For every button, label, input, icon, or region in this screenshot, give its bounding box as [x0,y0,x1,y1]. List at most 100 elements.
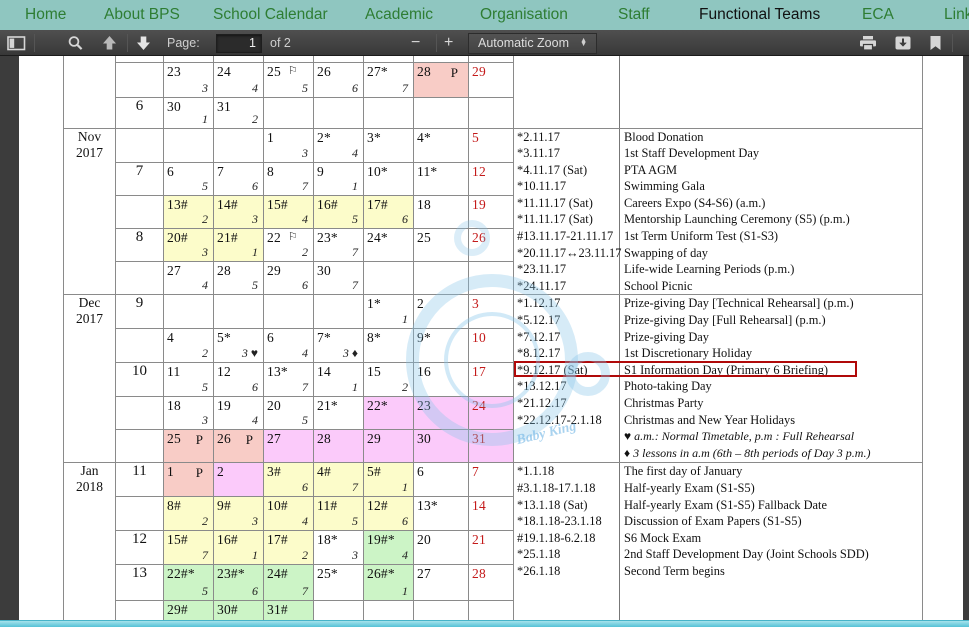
calendar-day-cell: 14 [468,496,514,532]
event-date: *5.12.17 [517,313,561,328]
events-cell: *2.11.17 Blood Donation *3.11.17 1st Staff … [513,127,923,296]
event-date: *10.11.17 [517,179,567,194]
nav-item-eca[interactable]: ECA [862,0,894,30]
calendar-day-cell [163,294,214,330]
calendar-day-cell: 17 [468,362,514,398]
event-date: *24.11.17 [517,278,567,293]
calendar-day-cell: 2 [213,462,264,498]
search-icon[interactable] [67,30,84,56]
calendar-day-cell: 5 [468,127,514,163]
event-row: *1.1.18 The first day of January [514,463,922,480]
page-count: of 2 [270,36,291,50]
calendar-day-cell: 14# 3 [213,194,264,230]
event-description: Swapping of day [624,245,708,260]
previous-page-icon[interactable] [101,30,118,56]
nav-item-home[interactable]: Home [25,0,66,30]
calendar-day-cell: 27 [413,564,469,602]
event-date: *20.11.17↔23.11.17 [517,245,622,260]
horizontal-scrollbar[interactable] [0,620,969,627]
calendar-day-cell: 22* [363,396,414,431]
calendar-day-cell: 30 7 [313,261,364,296]
pdf-page: 23 3 24 4 25 ⚐ 5 26 6 27* 7 28 P 29 6 30 1 31 2 Nov 2017 1 3 2*… [19,56,963,620]
pdf-viewer[interactable]: 23 3 24 4 25 ⚐ 5 26 6 27* 7 28 P 29 6 30 1 31 2 Nov 2017 1 3 2*… [0,56,969,620]
print-icon[interactable] [858,30,878,56]
calendar-day-cell [468,600,514,620]
event-row: *13.12.17 Photo-taking Day [514,378,922,395]
zoom-out-icon[interactable]: − [411,30,420,56]
calendar-day-cell: 19#* 4 [363,530,414,566]
calendar-day-cell: 1P [163,462,214,498]
calendar-day-cell: 21* [313,396,364,431]
calendar-day-cell: 28 5 [213,261,264,296]
event-row: *26.1.18 Second Term begins [514,563,922,580]
calendar-day-cell: 2 [413,294,469,330]
nav-item-about-bps[interactable]: About BPS [104,0,180,30]
site-navbar: Home About BPS School Calendar Academic Orga… [0,0,969,30]
events-cell: *1.1.18 The first day of January #3.1.18-1… [513,462,923,620]
calendar-day-cell: 23#* 6 [213,564,264,602]
event-description: The first day of January [624,464,743,479]
event-date: *9.12.17 (Sat) [517,362,588,377]
calendar-day-cell: 19 [468,194,514,230]
calendar-day-cell: 26 6 [313,61,364,98]
page-input[interactable] [216,33,262,53]
sidebar-toggle-icon[interactable] [7,30,26,56]
download-icon[interactable] [894,30,912,56]
bookmark-icon[interactable] [928,30,943,56]
calendar-day-cell: 19 4 [213,396,264,431]
calendar-day-cell [413,96,469,129]
calendar-day-cell: 31#4 [263,600,314,620]
calendar-table: 23 3 24 4 25 ⚐ 5 26 6 27* 7 28 P 29 6 30 1 31 2 Nov 2017 1 3 2*… [63,56,923,620]
event-description: Mentorship Launching Ceremony (S5) (p.m.… [624,212,850,227]
nav-item-link[interactable]: Link [944,0,969,30]
zoom-select[interactable]: Automatic Zoom ▲ ▼ [468,32,597,54]
calendar-day-cell: 23* 7 [313,228,364,263]
event-row: *4.11.17 (Sat) PTA AGM [514,162,922,179]
calendar-day-cell: 18 [413,194,469,230]
calendar-day-cell: 13 [263,127,314,163]
week-number-cell [115,328,164,364]
event-row: *2.11.17 Blood Donation [514,129,922,146]
calendar-day-cell: 12 [468,161,514,196]
zoom-in-icon[interactable]: + [444,30,453,56]
event-row: #3.1.18-17.1.18 Half-yearly Exam (S1-S5) [514,480,922,497]
event-row: ♦ 3 lessons in a.m (6th – 8th periods of… [514,445,922,462]
flag-icon: ⚐ [287,230,298,244]
calendar-day-cell: 17# 2 [263,530,314,566]
calendar-day-cell [468,261,514,296]
calendar-day-cell: 22#* 5 [163,564,214,602]
event-description: PTA AGM [624,162,678,177]
calendar-day-cell: 4* [413,127,469,163]
event-date: *11.11.17 (Sat) [517,212,593,227]
nav-item-staff[interactable]: Staff [618,0,650,30]
calendar-day-cell [163,127,214,163]
calendar-day-cell: 13# 2 [163,194,214,230]
calendar-day-cell: 7* 3 ♦ [313,328,364,364]
calendar-day-cell: 29 [363,429,414,464]
month-cell: Nov 2017 [63,127,116,296]
calendar-day-cell: 30 [413,429,469,464]
event-description: Prize-giving Day [624,329,709,344]
calendar-day-cell: 30#3 [213,600,264,620]
event-row: *3.11.17 1st Staff Development Day [514,145,922,162]
calendar-day-cell: 64 [263,328,314,364]
nav-item-academic[interactable]: Academic [365,0,433,30]
week-number-cell [115,127,164,163]
event-date: *26.1.18 [517,564,561,578]
next-page-icon[interactable] [135,30,152,56]
nav-item-functional-teams[interactable]: Functional Teams [699,0,820,30]
calendar-day-cell: 29 [468,61,514,98]
nav-item-organisation[interactable]: Organisation [480,0,568,30]
calendar-day-cell: 17# 6 [363,194,414,230]
calendar-day-cell: 8# 2 [163,496,214,532]
calendar-day-cell: 20# 3 [163,228,214,263]
week-number-cell: 12 [115,530,164,566]
event-description: S6 Mock Exam [624,530,702,545]
toolbar-divider [952,34,953,52]
event-date: *23.11.17 [517,262,567,277]
event-row: *25.1.18 2nd Staff Development Day (Joint… [514,546,922,563]
calendar-day-cell: 5* 3 ♥ [213,328,264,364]
calendar-day-cell [313,294,364,330]
calendar-day-cell: 87 [263,161,314,196]
nav-item-school-calendar[interactable]: School Calendar [213,0,328,30]
